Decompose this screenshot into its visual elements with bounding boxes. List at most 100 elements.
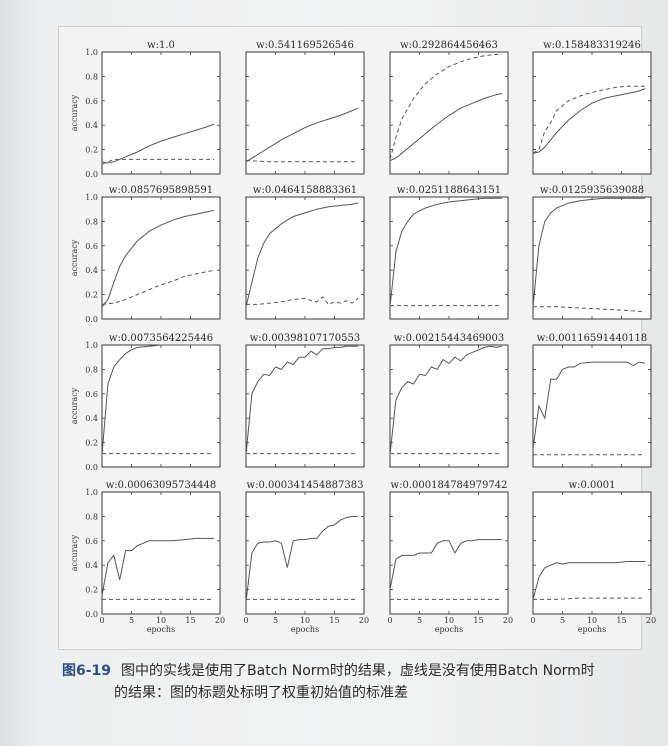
subplot-3: w:0.292864456463 — [389, 40, 509, 175]
plot-area — [101, 344, 221, 468]
y-tick-label: 0.0 — [85, 170, 98, 179]
subplot-title: w:0.00063095734448 — [106, 480, 217, 491]
y-tick-label: 0.2 — [85, 146, 98, 155]
y-tick-label: 0.0 — [85, 610, 98, 619]
subplot-title: w:0.00215443469003 — [394, 333, 505, 344]
x-tick-label: 20 — [503, 616, 513, 625]
x-tick-label: 20 — [646, 616, 656, 625]
plot-area — [245, 491, 365, 615]
subplot-title: w:0.0464158883361 — [253, 185, 357, 196]
x-tick-label: 5 — [273, 616, 278, 625]
x-tick-label: 10 — [300, 616, 310, 625]
subplot-15: w:0.000184784979742 0 5 10 15 20 epochs — [387, 480, 513, 634]
subplot-13: w:0.00063095734448 0.0 0.2 0.4 0.6 0.8 1.0 0 5 10… — [70, 480, 225, 634]
subplot-title: w:0.0073564225446 — [109, 333, 213, 344]
y-tick-label: 0.0 — [85, 463, 98, 472]
subplot-5: w:0.0857695898591 0.0 0.2 0.4 0.6 0.8 1.0 accur… — [70, 185, 221, 324]
y-tick-label: 0.6 — [85, 242, 98, 251]
y-tick-label: 1.0 — [85, 48, 98, 57]
book-page: w:1.0 0.0 0.2 0.4 0.6 0.8 1.0 accuracy w:0.54116… — [0, 0, 668, 746]
x-tick-label: 5 — [129, 616, 134, 625]
plot-area — [532, 196, 652, 320]
x-tick-label: 15 — [616, 616, 626, 625]
plot-area — [389, 51, 509, 175]
caption-line1: 图中的实线是使用了Batch Norm时的结果，虚线是没有使用Batch Nor… — [121, 663, 595, 679]
y-tick-label: 0.8 — [85, 72, 98, 81]
y-tick-label: 0.8 — [85, 512, 98, 521]
subplot-title: w:0.541169526546 — [256, 40, 354, 51]
subplot-title: w:0.292864456463 — [400, 40, 498, 51]
subplot-title: w:0.000341454887383 — [247, 480, 364, 491]
x-tick-label: 20 — [359, 616, 369, 625]
subplot-title: w:0.0857695898591 — [109, 185, 213, 196]
y-tick-label: 1.0 — [85, 341, 98, 350]
y-tick-label: 0.8 — [85, 365, 98, 374]
x-tick-label: 0 — [387, 616, 392, 625]
figure-caption: 图6-19 图中的实线是使用了Batch Norm时的结果，虚线是没有使用Batc… — [62, 660, 662, 704]
plot-area — [245, 344, 365, 468]
y-tick-label: 0.2 — [85, 586, 98, 595]
x-axis-label: epochs — [578, 625, 606, 634]
subplot-12: w:0.00116591440118 — [532, 333, 652, 468]
subplot-title: w:1.0 — [147, 40, 175, 51]
y-tick-label: 0.2 — [85, 291, 98, 300]
x-tick-label: 0 — [530, 616, 535, 625]
chart-grid: w:1.0 0.0 0.2 0.4 0.6 0.8 1.0 accuracy w:0.54116… — [70, 40, 656, 634]
subplot-title: w:0.000184784979742 — [391, 480, 508, 491]
x-tick-label: 15 — [185, 616, 195, 625]
subplot-title: w:0.158483319246 — [543, 40, 641, 51]
subplot-16: w:0.0001 0 5 10 15 20 epochs — [530, 480, 656, 634]
plot-area — [101, 196, 221, 320]
x-tick-label: 5 — [417, 616, 422, 625]
x-tick-label: 15 — [473, 616, 483, 625]
subplot-1: w:1.0 0.0 0.2 0.4 0.6 0.8 1.0 accuracy — [70, 40, 221, 179]
caption-label: 图6-19 — [62, 663, 112, 679]
caption-line2: 的结果：图的标题处标明了权重初始值的标准差 — [114, 685, 408, 701]
x-tick-label: 10 — [587, 616, 597, 625]
plot-area — [101, 51, 221, 175]
plot-area — [101, 491, 221, 615]
y-tick-label: 1.0 — [85, 193, 98, 202]
x-tick-label: 20 — [215, 616, 225, 625]
subplot-title: w:0.0251188643151 — [397, 185, 501, 196]
subplot-7: w:0.0251188643151 — [389, 185, 509, 320]
y-tick-label: 0.6 — [85, 537, 98, 546]
subplot-11: w:0.00215443469003 — [389, 333, 509, 468]
plot-area — [532, 51, 652, 175]
y-axis-label: accuracy — [70, 387, 79, 424]
subplot-title: w:0.0001 — [569, 480, 616, 491]
y-tick-label: 0.8 — [85, 217, 98, 226]
plot-area — [532, 344, 652, 468]
subplot-6: w:0.0464158883361 — [245, 185, 365, 320]
y-tick-label: 0.4 — [85, 266, 98, 275]
y-tick-label: 0.6 — [85, 97, 98, 106]
x-tick-label: 10 — [156, 616, 166, 625]
y-axis-label: accuracy — [70, 94, 79, 131]
x-tick-label: 0 — [99, 616, 104, 625]
y-tick-label: 0.6 — [85, 390, 98, 399]
x-tick-label: 0 — [243, 616, 248, 625]
subplot-2: w:0.541169526546 — [245, 40, 365, 175]
plot-area — [389, 491, 509, 615]
y-axis-label: accuracy — [70, 534, 79, 571]
subplot-title: w:0.00116591440118 — [537, 333, 648, 344]
y-tick-label: 0.4 — [85, 414, 98, 423]
y-tick-label: 1.0 — [85, 488, 98, 497]
plot-area — [532, 491, 652, 615]
x-axis-label: epochs — [147, 625, 175, 634]
x-tick-label: 10 — [444, 616, 454, 625]
subplot-4: w:0.158483319246 — [532, 40, 652, 175]
plot-area — [389, 196, 509, 320]
subplot-title: w:0.0125935639088 — [540, 185, 644, 196]
x-tick-label: 15 — [329, 616, 339, 625]
subplot-8: w:0.0125935639088 — [532, 185, 652, 320]
y-tick-label: 0.4 — [85, 121, 98, 130]
subplot-10: w:0.00398107170553 — [245, 333, 365, 468]
subplot-title: w:0.00398107170553 — [250, 333, 361, 344]
y-tick-label: 0.2 — [85, 439, 98, 448]
x-axis-label: epochs — [435, 625, 463, 634]
subplot-14: w:0.000341454887383 0 5 10 15 20 epochs — [243, 480, 369, 634]
y-tick-label: 0.4 — [85, 561, 98, 570]
x-axis-label: epochs — [291, 625, 319, 634]
y-tick-label: 0.0 — [85, 315, 98, 324]
